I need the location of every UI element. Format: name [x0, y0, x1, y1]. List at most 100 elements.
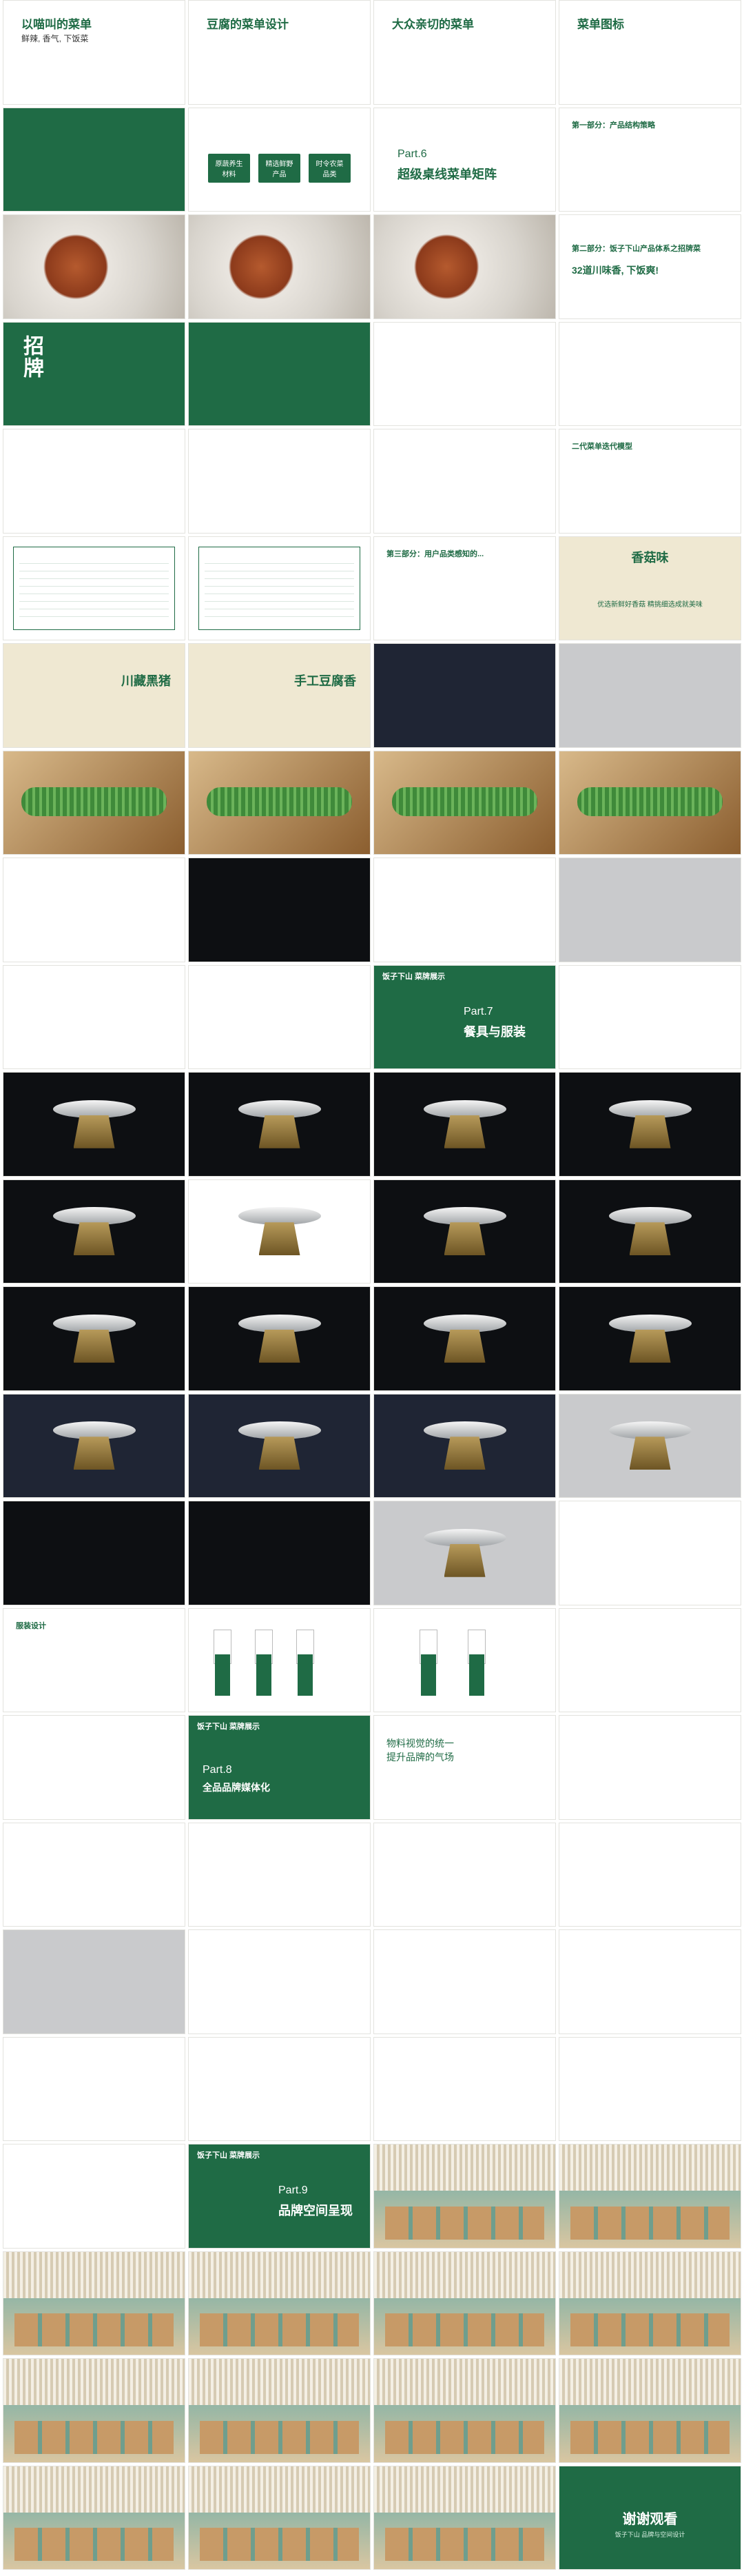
section-big: 32道川味香, 下饭爽! — [572, 265, 659, 276]
tile-title: 大众亲切的菜单 — [392, 18, 474, 31]
part-label: Part.8 — [203, 1764, 232, 1776]
portfolio-sheet: 以喵叫的菜单 鲜辣, 香气, 下饭菜 豆腐的菜单设计 大众亲切的菜单 菜单图标 … — [0, 0, 744, 2576]
merch-sheet — [3, 1822, 185, 1927]
interior-photo — [373, 2251, 556, 2355]
table-box — [198, 546, 360, 630]
uniform-lineup — [188, 1608, 371, 1712]
thanks-sub: 饭子下山 品牌与空间设计 — [614, 2531, 685, 2538]
interior-photo — [188, 2358, 371, 2463]
section-text: 第二部分：饭子下山产品体系之招牌菜 — [572, 245, 701, 253]
pot-table-render — [373, 1501, 556, 1605]
table-box — [13, 546, 175, 630]
menu-iteration-text: 二代菜单迭代模型 — [559, 429, 741, 534]
menu-table — [3, 536, 185, 640]
merch-sheet — [188, 1822, 371, 1927]
interior-photo — [373, 2358, 556, 2463]
part-name: 品牌空间呈现 — [278, 2204, 353, 2218]
banner-text: 招牌 — [20, 334, 43, 379]
merch-sheet — [559, 1822, 741, 1927]
menu-poster — [373, 429, 556, 534]
part-name: 餐具与服装 — [464, 1024, 526, 1039]
uniform-photo — [559, 1608, 741, 1712]
interior-photo — [373, 2144, 556, 2249]
pot-render — [373, 1286, 556, 1391]
produce-photo — [3, 750, 185, 855]
menu-board — [188, 429, 371, 534]
thanks-title: 谢谢观看 — [622, 2511, 678, 2527]
menu-mockup — [3, 429, 185, 534]
menu-layouts — [559, 321, 741, 426]
menu-photo-card — [3, 107, 185, 212]
menu-layouts — [373, 321, 556, 426]
menu-design-sheet: 豆腐的菜单设计 — [188, 0, 371, 105]
chip-row: 原蔬养生材料 精选鲜野产品 时令农菜品类 — [208, 153, 351, 183]
merch-sheet — [373, 1929, 556, 2034]
tile-title: 豆腐的菜单设计 — [207, 18, 289, 31]
counter-photo — [188, 858, 371, 962]
produce-photo — [559, 750, 741, 855]
pot-render — [3, 1393, 185, 1498]
pot-render — [373, 1393, 556, 1498]
pot-render — [559, 1179, 741, 1284]
menu-table — [188, 536, 371, 640]
merch-sheet — [559, 2036, 741, 2141]
display-photos — [373, 858, 556, 962]
dish-photos — [188, 214, 371, 319]
thanks-card: 谢谢观看 饭子下山 品牌与空间设计 — [559, 2465, 741, 2570]
dish-photos — [3, 214, 185, 319]
product-strategy-text: 第一部分：产品结构策略 — [559, 107, 741, 212]
signature-banner: 招牌 — [3, 321, 185, 426]
paragraph: 第三部分：用户品类感知的... — [386, 549, 484, 558]
vision-text: 物料视觉的统一 提升品牌的气场 — [386, 1738, 454, 1763]
tile-title: 以喵叫的菜单 — [21, 18, 92, 31]
merch-sheet — [3, 2144, 185, 2249]
pot-render — [559, 1286, 741, 1391]
pot-render — [559, 1393, 741, 1498]
merch-sheet — [3, 2036, 185, 2141]
pot-render — [3, 1072, 185, 1177]
interior-photo — [188, 2251, 371, 2355]
category-chips: 原蔬养生材料 精选鲜野产品 时令农菜品类 — [188, 107, 371, 212]
tofu-badge: 手工豆腐香 — [188, 643, 371, 748]
produce-photo — [188, 750, 371, 855]
paragraph: 第一部分：产品结构策略 — [572, 121, 655, 130]
brand-mini: 饭子下山 菜牌展示 — [197, 2151, 260, 2160]
pot-render — [188, 1072, 371, 1177]
part7-cover: 饭子下山 菜牌展示 Part.7 餐具与服装 — [373, 964, 556, 1069]
pot-render — [3, 1179, 185, 1284]
interior-photo — [3, 2465, 185, 2570]
merch-sheet — [373, 2036, 556, 2141]
uniform-design-text: 服装设计 — [3, 1608, 185, 1712]
menu-poster: 大众亲切的菜单 — [373, 0, 556, 105]
uniform-lineup — [373, 1608, 556, 1712]
pot-wireframe — [188, 1501, 371, 1605]
product-tag-photo — [559, 858, 741, 962]
tableware-set — [559, 1501, 741, 1605]
merch-sheet — [188, 2036, 371, 2141]
pot-render — [188, 1393, 371, 1498]
badge-title: 香菇味 — [631, 550, 669, 565]
badge-title: 手工豆腐香 — [294, 674, 356, 688]
brand-mini: 饭子下山 菜牌展示 — [197, 1723, 260, 1731]
merch-sheet — [3, 1929, 185, 2034]
part-label: Part.6 — [397, 148, 427, 160]
menu-spec-sheet: 以喵叫的菜单 鲜辣, 香气, 下饭菜 — [3, 0, 185, 105]
merch-sheet — [559, 1929, 741, 2034]
signature-dishes-text: 第二部分：饭子下山产品体系之招牌菜 32道川味香, 下饭爽! — [559, 214, 741, 319]
part-name: 全品品牌媒体化 — [203, 1782, 270, 1793]
interior-photo — [559, 2144, 741, 2249]
chip: 精选鲜野产品 — [258, 153, 300, 183]
badge-sub: 优选新鲜好香菇 精挑细选成就美味 — [597, 600, 703, 609]
part-label: Part.7 — [464, 1005, 493, 1017]
packaging-mockup — [559, 1715, 741, 1820]
paragraph: 服装设计 — [16, 1621, 46, 1630]
store-photo — [373, 643, 556, 748]
vision-text: 物料视觉的统一 提升品牌的气场 — [373, 1715, 556, 1820]
pot-spec — [188, 1179, 371, 1284]
interior-photo — [188, 2465, 371, 2570]
dish-photos — [373, 214, 556, 319]
interior-photo — [559, 2251, 741, 2355]
interior-photo — [3, 2251, 185, 2355]
mushroom-badge: 香菇味 优选新鲜好香菇 精挑细选成就美味 — [559, 536, 741, 640]
part-name: 超级桌线菜单矩阵 — [397, 167, 497, 181]
